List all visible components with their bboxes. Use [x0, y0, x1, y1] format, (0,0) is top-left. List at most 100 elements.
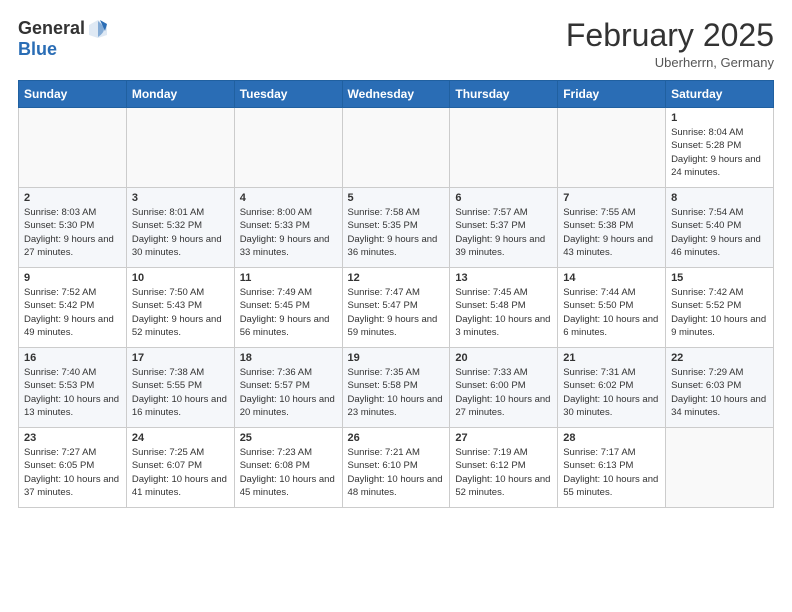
weekday-header-row: SundayMondayTuesdayWednesdayThursdayFrid…	[19, 81, 774, 108]
day-number: 12	[348, 272, 445, 284]
weekday-header-tuesday: Tuesday	[234, 81, 342, 108]
day-number: 25	[240, 432, 337, 444]
day-number: 11	[240, 272, 337, 284]
weekday-header-thursday: Thursday	[450, 81, 558, 108]
calendar-cell: 7 Sunrise: 7:55 AM Sunset: 5:38 PM Daylig…	[558, 188, 666, 268]
calendar-cell: 10Sunrise: 7:50 AM Sunset: 5:43 PM Dayli…	[126, 268, 234, 348]
week-row-4: 16 Sunrise: 7:40 AM Sunset: 5:53 PM Dayli…	[19, 348, 774, 428]
day-number: 9	[24, 272, 121, 284]
calendar-cell: 2 Sunrise: 8:03 AM Sunset: 5:30 PM Daylig…	[19, 188, 127, 268]
week-row-3: 9 Sunrise: 7:52 AM Sunset: 5:42 PM Daylig…	[19, 268, 774, 348]
month-title: February 2025	[566, 18, 774, 53]
calendar-cell: 13 Sunrise: 7:45 AM Sunset: 5:48 PM Dayli…	[450, 268, 558, 348]
calendar-cell: 3 Sunrise: 8:01 AM Sunset: 5:32 PM Daylig…	[126, 188, 234, 268]
day-info: Sunrise: 7:21 AM Sunset: 6:10 PM Dayligh…	[348, 446, 445, 499]
day-info: Sunrise: 7:25 AM Sunset: 6:07 PM Dayligh…	[132, 446, 229, 499]
day-info: Sunrise: 7:33 AM Sunset: 6:00 PM Dayligh…	[455, 366, 552, 419]
day-number: 2	[24, 192, 121, 204]
calendar-cell: 20 Sunrise: 7:33 AM Sunset: 6:00 PM Dayli…	[450, 348, 558, 428]
day-info: Sunrise: 7:40 AM Sunset: 5:53 PM Dayligh…	[24, 366, 121, 419]
day-info: Sunrise: 7:52 AM Sunset: 5:42 PM Dayligh…	[24, 286, 121, 339]
calendar-cell: 6 Sunrise: 7:57 AM Sunset: 5:37 PM Daylig…	[450, 188, 558, 268]
calendar-cell	[558, 108, 666, 188]
weekday-header-wednesday: Wednesday	[342, 81, 450, 108]
weekday-header-sunday: Sunday	[19, 81, 127, 108]
day-number: 28	[563, 432, 660, 444]
calendar-cell: 16 Sunrise: 7:40 AM Sunset: 5:53 PM Dayli…	[19, 348, 127, 428]
day-number: 22	[671, 352, 768, 364]
calendar-cell: 21 Sunrise: 7:31 AM Sunset: 6:02 PM Dayli…	[558, 348, 666, 428]
calendar-cell: 12 Sunrise: 7:47 AM Sunset: 5:47 PM Dayli…	[342, 268, 450, 348]
header: General Blue February 2025 Uberherrn, Ge…	[18, 18, 774, 70]
day-number: 5	[348, 192, 445, 204]
day-info: Sunrise: 7:17 AM Sunset: 6:13 PM Dayligh…	[563, 446, 660, 499]
day-number: 24	[132, 432, 229, 444]
calendar-cell: 28 Sunrise: 7:17 AM Sunset: 6:13 PM Dayli…	[558, 428, 666, 508]
day-info: Sunrise: 8:00 AM Sunset: 5:33 PM Dayligh…	[240, 206, 337, 259]
calendar-cell: 17Sunrise: 7:38 AM Sunset: 5:55 PM Dayli…	[126, 348, 234, 428]
day-info: Sunrise: 8:01 AM Sunset: 5:32 PM Dayligh…	[132, 206, 229, 259]
calendar-cell: 9 Sunrise: 7:52 AM Sunset: 5:42 PM Daylig…	[19, 268, 127, 348]
day-info: Sunrise: 7:45 AM Sunset: 5:48 PM Dayligh…	[455, 286, 552, 339]
day-info: Sunrise: 7:49 AM Sunset: 5:45 PM Dayligh…	[240, 286, 337, 339]
day-info: Sunrise: 7:55 AM Sunset: 5:38 PM Dayligh…	[563, 206, 660, 259]
calendar-cell: 22Sunrise: 7:29 AM Sunset: 6:03 PM Dayli…	[666, 348, 774, 428]
weekday-header-friday: Friday	[558, 81, 666, 108]
location-subtitle: Uberherrn, Germany	[566, 55, 774, 70]
day-number: 6	[455, 192, 552, 204]
day-number: 3	[132, 192, 229, 204]
calendar-cell: 18 Sunrise: 7:36 AM Sunset: 5:57 PM Dayli…	[234, 348, 342, 428]
day-info: Sunrise: 7:27 AM Sunset: 6:05 PM Dayligh…	[24, 446, 121, 499]
day-number: 8	[671, 192, 768, 204]
calendar-page: General Blue February 2025 Uberherrn, Ge…	[0, 0, 792, 522]
logo-general-text: General	[18, 19, 85, 39]
day-info: Sunrise: 7:44 AM Sunset: 5:50 PM Dayligh…	[563, 286, 660, 339]
calendar-cell: 5 Sunrise: 7:58 AM Sunset: 5:35 PM Daylig…	[342, 188, 450, 268]
day-number: 14	[563, 272, 660, 284]
week-row-5: 23Sunrise: 7:27 AM Sunset: 6:05 PM Dayli…	[19, 428, 774, 508]
day-number: 26	[348, 432, 445, 444]
day-info: Sunrise: 7:50 AM Sunset: 5:43 PM Dayligh…	[132, 286, 229, 339]
logo-icon	[87, 18, 109, 40]
day-number: 21	[563, 352, 660, 364]
day-info: Sunrise: 7:57 AM Sunset: 5:37 PM Dayligh…	[455, 206, 552, 259]
calendar-cell: 23Sunrise: 7:27 AM Sunset: 6:05 PM Dayli…	[19, 428, 127, 508]
calendar-cell: 19Sunrise: 7:35 AM Sunset: 5:58 PM Dayli…	[342, 348, 450, 428]
day-number: 20	[455, 352, 552, 364]
calendar-cell: 11 Sunrise: 7:49 AM Sunset: 5:45 PM Dayli…	[234, 268, 342, 348]
weekday-header-saturday: Saturday	[666, 81, 774, 108]
calendar-cell	[666, 428, 774, 508]
day-number: 17	[132, 352, 229, 364]
week-row-1: 1Sunrise: 8:04 AM Sunset: 5:28 PM Daylig…	[19, 108, 774, 188]
day-number: 16	[24, 352, 121, 364]
calendar-cell: 8 Sunrise: 7:54 AM Sunset: 5:40 PM Daylig…	[666, 188, 774, 268]
title-block: February 2025 Uberherrn, Germany	[566, 18, 774, 70]
day-number: 18	[240, 352, 337, 364]
calendar-cell: 15 Sunrise: 7:42 AM Sunset: 5:52 PM Dayli…	[666, 268, 774, 348]
day-info: Sunrise: 8:03 AM Sunset: 5:30 PM Dayligh…	[24, 206, 121, 259]
day-info: Sunrise: 7:42 AM Sunset: 5:52 PM Dayligh…	[671, 286, 768, 339]
day-info: Sunrise: 7:58 AM Sunset: 5:35 PM Dayligh…	[348, 206, 445, 259]
day-info: Sunrise: 7:47 AM Sunset: 5:47 PM Dayligh…	[348, 286, 445, 339]
day-number: 13	[455, 272, 552, 284]
day-number: 15	[671, 272, 768, 284]
day-number: 4	[240, 192, 337, 204]
calendar-cell	[234, 108, 342, 188]
calendar-cell	[126, 108, 234, 188]
day-info: Sunrise: 7:31 AM Sunset: 6:02 PM Dayligh…	[563, 366, 660, 419]
day-info: Sunrise: 7:54 AM Sunset: 5:40 PM Dayligh…	[671, 206, 768, 259]
logo-blue-text: Blue	[18, 39, 57, 59]
calendar-cell: 26 Sunrise: 7:21 AM Sunset: 6:10 PM Dayli…	[342, 428, 450, 508]
day-number: 27	[455, 432, 552, 444]
day-info: Sunrise: 7:23 AM Sunset: 6:08 PM Dayligh…	[240, 446, 337, 499]
calendar-cell	[19, 108, 127, 188]
day-info: Sunrise: 7:35 AM Sunset: 5:58 PM Dayligh…	[348, 366, 445, 419]
day-number: 1	[671, 112, 768, 124]
week-row-2: 2 Sunrise: 8:03 AM Sunset: 5:30 PM Daylig…	[19, 188, 774, 268]
day-info: Sunrise: 7:36 AM Sunset: 5:57 PM Dayligh…	[240, 366, 337, 419]
calendar-cell: 4 Sunrise: 8:00 AM Sunset: 5:33 PM Daylig…	[234, 188, 342, 268]
calendar-cell: 1Sunrise: 8:04 AM Sunset: 5:28 PM Daylig…	[666, 108, 774, 188]
calendar-cell: 27Sunrise: 7:19 AM Sunset: 6:12 PM Dayli…	[450, 428, 558, 508]
calendar-cell: 14 Sunrise: 7:44 AM Sunset: 5:50 PM Dayli…	[558, 268, 666, 348]
day-number: 7	[563, 192, 660, 204]
